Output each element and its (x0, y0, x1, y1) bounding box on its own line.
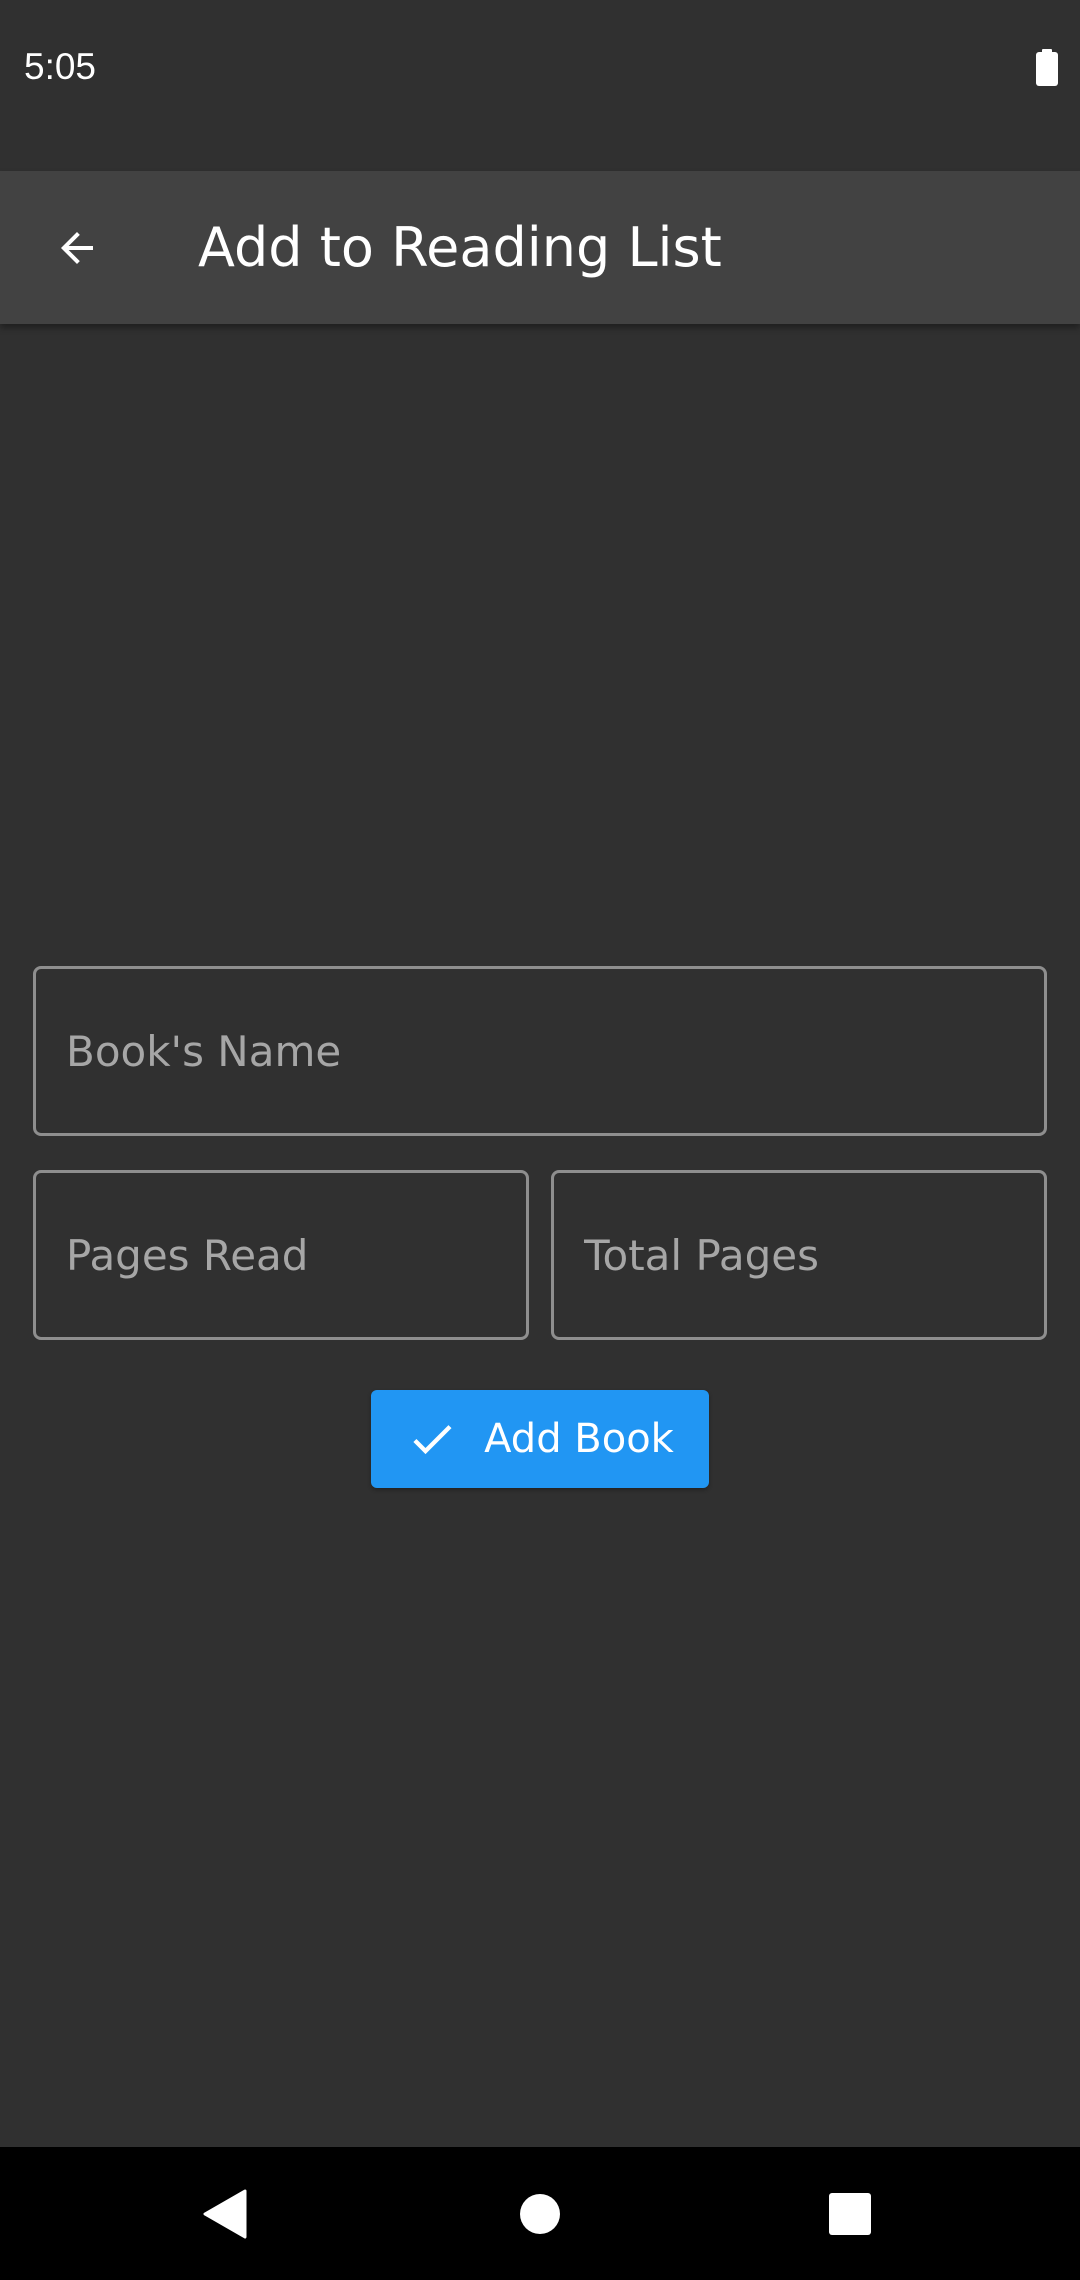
status-time: 5:05 (24, 46, 97, 87)
nav-back-button[interactable] (155, 2147, 295, 2280)
battery-full-icon (1036, 49, 1058, 86)
add-book-screen: 5:05 Add to Reading List Add Book (0, 0, 1080, 2280)
check-icon (413, 1425, 452, 1455)
total-pages-field[interactable] (551, 1170, 1047, 1340)
add-book-label: Add Book (484, 1416, 674, 1462)
book-name-input[interactable] (36, 969, 1044, 1133)
total-pages-input[interactable] (554, 1173, 1044, 1337)
book-name-field[interactable] (33, 966, 1047, 1136)
nav-home-icon (520, 2193, 560, 2234)
pages-read-field[interactable] (33, 1170, 529, 1340)
nav-recents-button[interactable] (780, 2147, 920, 2280)
status-bar: 5:05 (0, 0, 1080, 171)
nav-back-icon (203, 2189, 247, 2238)
navigation-bar (0, 2147, 1080, 2280)
arrow-back-icon (61, 232, 93, 264)
app-bar: Add to Reading List (0, 171, 1080, 324)
pages-read-input[interactable] (36, 1173, 526, 1337)
nav-home-button[interactable] (470, 2147, 610, 2280)
page-title: Add to Reading List (198, 216, 722, 279)
back-button[interactable] (36, 207, 118, 289)
nav-recents-icon (829, 2192, 871, 2235)
add-book-button[interactable]: Add Book (371, 1390, 709, 1488)
